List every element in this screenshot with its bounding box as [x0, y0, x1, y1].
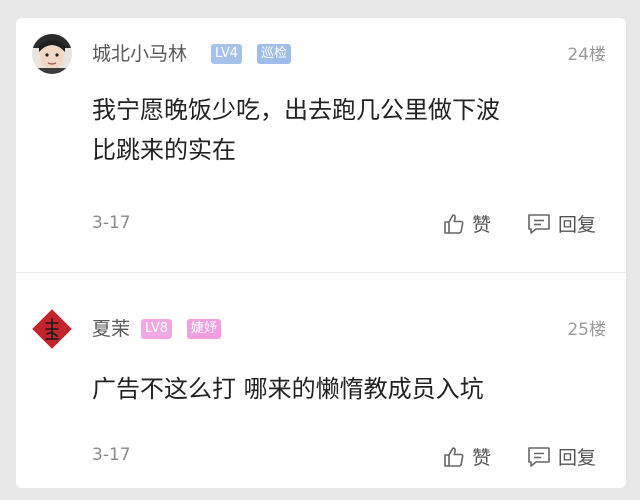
level-badge: LV4 — [211, 44, 242, 64]
like-button[interactable]: 赞 — [442, 443, 491, 470]
floor-number: 25楼 — [567, 320, 606, 340]
level-badge: LV8 — [141, 319, 172, 339]
comment-item: 夏茉 LV8 婕妤 25楼 广告不这么打 哪来的懒惰教成员入坑 3-17 赞 回… — [16, 273, 626, 488]
role-badge: 巡检 — [257, 44, 292, 64]
reply-label: 回复 — [558, 447, 597, 469]
role-badge: 婕妤 — [187, 319, 222, 339]
comment-date: 3-17 — [92, 213, 131, 233]
comment-text: 我宁愿晚饭少吃，出去跑几公里做下波 比跳来的实在 — [92, 90, 607, 170]
reply-label: 回复 — [558, 214, 597, 236]
thumbs-up-icon — [444, 213, 464, 234]
floor-number: 24楼 — [567, 45, 606, 65]
thumbs-up-icon — [444, 446, 464, 467]
comment-date: 3-17 — [92, 445, 131, 465]
avatar-photo — [32, 34, 72, 74]
comment-bubble-icon — [528, 446, 550, 467]
reply-button[interactable]: 回复 — [526, 210, 596, 237]
seal-avatar-icon — [32, 309, 72, 349]
username[interactable]: 城北小马林 — [92, 42, 187, 66]
comment-list: 城北小马林 LV4 巡检 24楼 我宁愿晚饭少吃，出去跑几公里做下波 比跳来的实… — [16, 18, 626, 488]
comment-text-line: 广告不这么打 哪来的懒惰教成员入坑 — [92, 375, 484, 403]
username[interactable]: 夏茉 — [92, 317, 130, 341]
comment-bubble-icon — [528, 213, 550, 234]
avatar[interactable] — [32, 309, 72, 349]
avatar[interactable] — [32, 34, 72, 74]
like-button[interactable]: 赞 — [442, 210, 491, 237]
reply-button[interactable]: 回复 — [526, 443, 596, 470]
like-label: 赞 — [472, 214, 492, 236]
comment-text-line: 我宁愿晚饭少吃，出去跑几公里做下波 — [92, 96, 500, 124]
comment-text-line: 比跳来的实在 — [92, 136, 236, 164]
like-label: 赞 — [472, 447, 492, 469]
comment-item: 城北小马林 LV4 巡检 24楼 我宁愿晚饭少吃，出去跑几公里做下波 比跳来的实… — [16, 18, 626, 273]
comment-text: 广告不这么打 哪来的懒惰教成员入坑 — [92, 369, 607, 409]
